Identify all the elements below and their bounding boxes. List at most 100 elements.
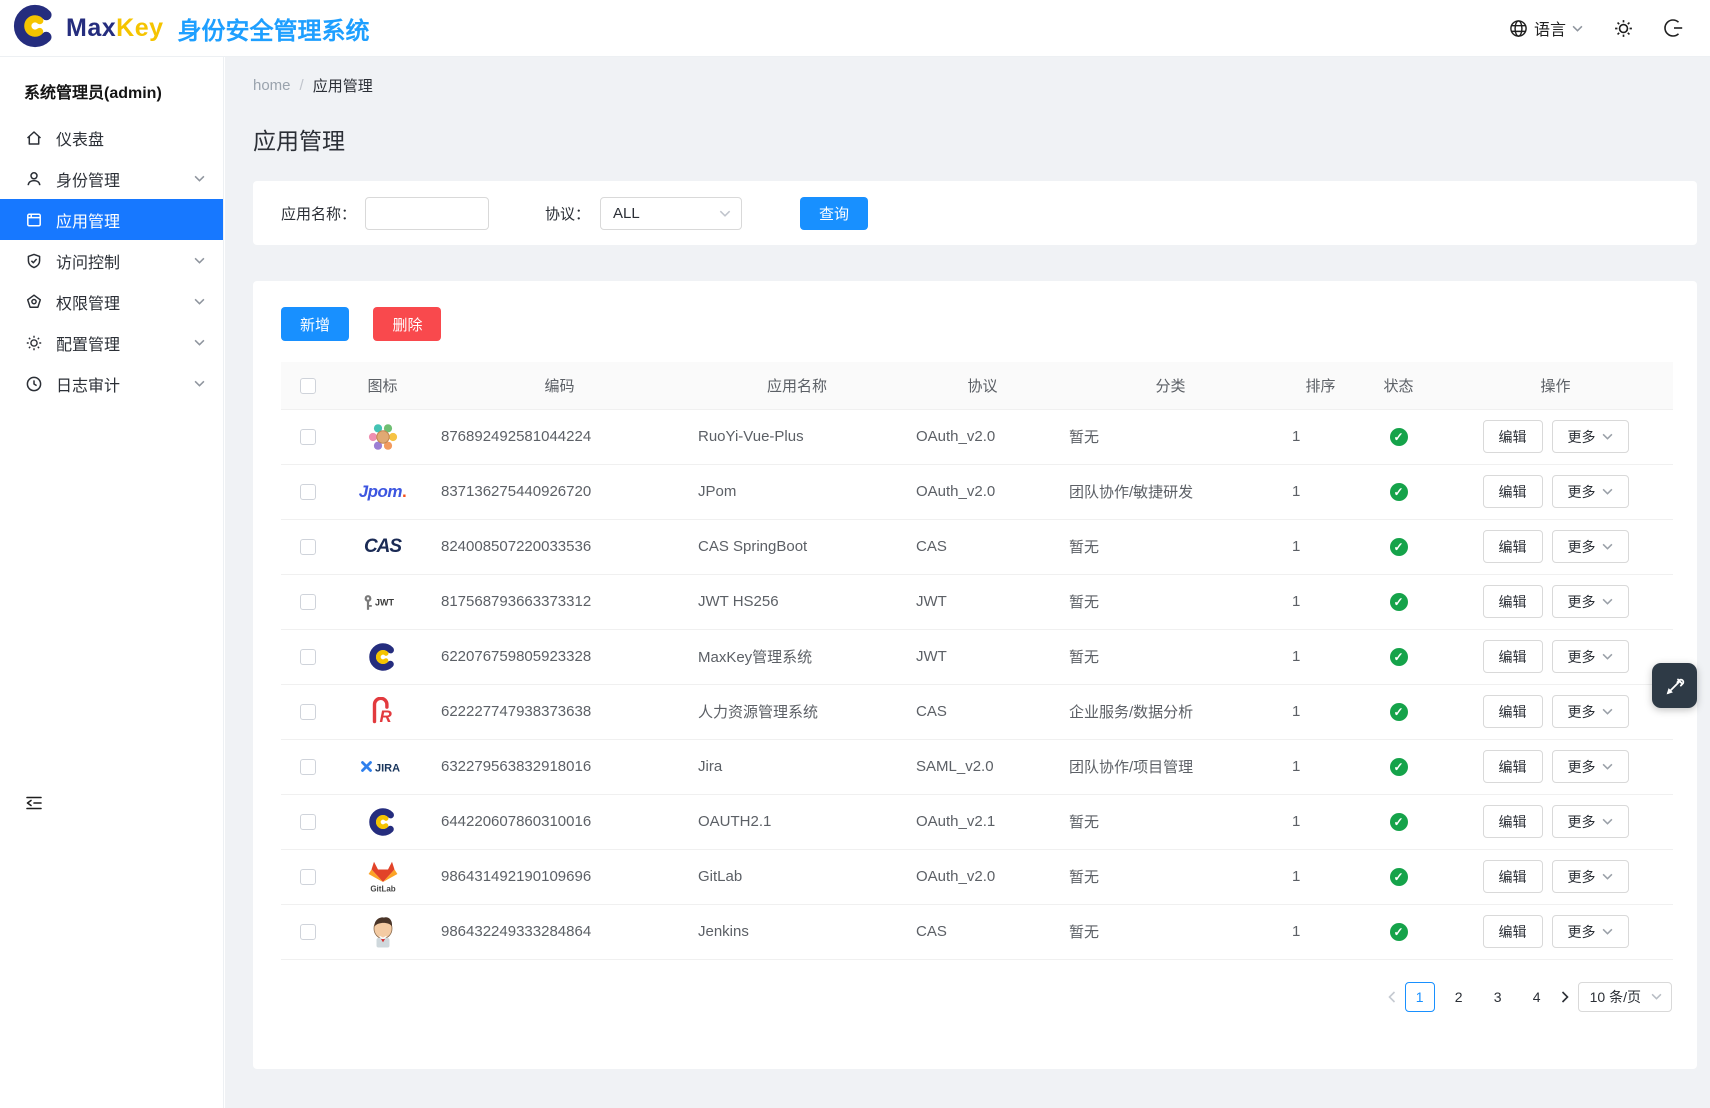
edit-button[interactable]: 编辑: [1483, 530, 1543, 563]
select-all-checkbox[interactable]: [300, 378, 316, 394]
logout-icon[interactable]: [1664, 18, 1684, 38]
app-status: ✓: [1359, 684, 1438, 739]
edit-button[interactable]: 编辑: [1483, 695, 1543, 728]
brand: MaxKey 身份安全管理系统: [12, 3, 370, 54]
search-button[interactable]: 查询: [800, 197, 868, 230]
app-category: 暂无: [1059, 519, 1282, 574]
chevron-down-icon: [194, 339, 205, 346]
sidebar-item-badge[interactable]: 权限管理: [0, 281, 223, 322]
more-button[interactable]: 更多: [1552, 640, 1629, 673]
edit-button[interactable]: 编辑: [1483, 915, 1543, 948]
sidebar-item-label: 身份管理: [56, 167, 120, 191]
edit-button[interactable]: 编辑: [1483, 640, 1543, 673]
more-button[interactable]: 更多: [1552, 860, 1629, 893]
more-button[interactable]: 更多: [1552, 805, 1629, 838]
edit-button[interactable]: 编辑: [1483, 475, 1543, 508]
svg-text:GitLab: GitLab: [370, 885, 395, 894]
breadcrumb: home / 应用管理: [225, 57, 1710, 96]
app-protocol: OAuth_v2.0: [906, 409, 1059, 464]
more-button[interactable]: 更多: [1552, 530, 1629, 563]
more-button[interactable]: 更多: [1552, 420, 1629, 453]
table-row: 644220607860310016 OAUTH2.1 OAuth_v2.1 暂…: [281, 794, 1673, 849]
chevron-down-icon: [1602, 928, 1613, 935]
app-name-input[interactable]: [365, 197, 489, 230]
table-row: 876892492581044224 RuoYi-Vue-Plus OAuth_…: [281, 409, 1673, 464]
sidebar-item-shield[interactable]: 访问控制: [0, 240, 223, 281]
row-checkbox[interactable]: [300, 704, 316, 720]
pagination-page-3[interactable]: 3: [1483, 982, 1513, 1012]
app-code: 837136275440926720: [431, 464, 688, 519]
sidebar: 系统管理员(admin) 仪表盘 身份管理 应用管理 访问控制 权限管理 配置管…: [0, 57, 224, 1108]
table-row: GitLab 986431492190109696 GitLab OAuth_v…: [281, 849, 1673, 904]
main-content: home / 应用管理 应用管理 应用名称： 协议： ALL 查询 新增 删除 …: [225, 57, 1710, 1108]
column-header: 图标: [334, 362, 431, 409]
more-button[interactable]: 更多: [1552, 915, 1629, 948]
delete-button[interactable]: 删除: [373, 307, 441, 341]
dashboard-icon: [25, 129, 43, 147]
sidebar-item-identity[interactable]: 身份管理: [0, 158, 223, 199]
sidebar-item-clock[interactable]: 日志审计: [0, 363, 223, 404]
gitlab-app-icon: GitLab: [364, 859, 402, 894]
breadcrumb-current: 应用管理: [313, 75, 373, 96]
row-checkbox[interactable]: [300, 924, 316, 940]
chevron-down-icon: [719, 210, 731, 217]
edit-button[interactable]: 编辑: [1483, 420, 1543, 453]
status-enabled-icon: ✓: [1390, 813, 1408, 831]
row-checkbox[interactable]: [300, 594, 316, 610]
clock-icon: [25, 375, 43, 393]
more-button[interactable]: 更多: [1552, 475, 1629, 508]
edit-button[interactable]: 编辑: [1483, 805, 1543, 838]
row-checkbox[interactable]: [300, 484, 316, 500]
row-checkbox[interactable]: [300, 539, 316, 555]
row-checkbox[interactable]: [300, 869, 316, 885]
chevron-down-icon: [1602, 763, 1613, 770]
sidebar-collapse-icon[interactable]: [25, 795, 43, 816]
app-protocol: JWT: [906, 574, 1059, 629]
edit-button[interactable]: 编辑: [1483, 585, 1543, 618]
app-status: ✓: [1359, 464, 1438, 519]
row-checkbox[interactable]: [300, 429, 316, 445]
pagination-page-1[interactable]: 1: [1405, 982, 1435, 1012]
row-checkbox[interactable]: [300, 649, 316, 665]
breadcrumb-home-link[interactable]: home: [253, 77, 291, 94]
edit-button[interactable]: 编辑: [1483, 860, 1543, 893]
add-button[interactable]: 新增: [281, 307, 349, 341]
app-code: 876892492581044224: [431, 409, 688, 464]
more-button[interactable]: 更多: [1552, 695, 1629, 728]
app-name: Jira: [688, 739, 906, 794]
page-size-select[interactable]: 10 条/页: [1578, 982, 1672, 1012]
table-row: R 622227747938373638 人力资源管理系统 CAS 企业服务/数…: [281, 684, 1673, 739]
chevron-down-icon: [1602, 488, 1613, 495]
app-protocol: CAS: [906, 519, 1059, 574]
row-checkbox[interactable]: [300, 814, 316, 830]
filter-bar: 应用名称： 协议： ALL 查询: [253, 181, 1697, 245]
ruoyi-app-icon: [366, 420, 400, 454]
protocol-select[interactable]: ALL: [600, 197, 742, 230]
floating-tool-button[interactable]: [1652, 663, 1697, 708]
svg-text:JIRA: JIRA: [375, 763, 400, 775]
sidebar-item-label: 配置管理: [56, 331, 120, 355]
table-header-row: 图标编码应用名称协议分类排序状态操作: [281, 362, 1673, 409]
language-switcher[interactable]: 语言: [1509, 16, 1583, 40]
column-header: 协议: [906, 362, 1059, 409]
more-button[interactable]: 更多: [1552, 585, 1629, 618]
more-button[interactable]: 更多: [1552, 750, 1629, 783]
app-status: ✓: [1359, 409, 1438, 464]
edit-button[interactable]: 编辑: [1483, 750, 1543, 783]
pagination-next-icon[interactable]: [1561, 991, 1569, 1003]
pagination-page-4[interactable]: 4: [1522, 982, 1552, 1012]
pagination-prev-icon[interactable]: [1388, 991, 1396, 1003]
pagination-page-2[interactable]: 2: [1444, 982, 1474, 1012]
settings-icon[interactable]: [1613, 18, 1634, 39]
app-protocol: OAuth_v2.0: [906, 464, 1059, 519]
app-category: 企业服务/数据分析: [1059, 684, 1282, 739]
sidebar-item-label: 权限管理: [56, 290, 120, 314]
app-name: MaxKey管理系统: [688, 629, 906, 684]
sidebar-item-dashboard[interactable]: 仪表盘: [0, 117, 223, 158]
sidebar-item-apps[interactable]: 应用管理: [0, 199, 223, 240]
chevron-down-icon: [194, 298, 205, 305]
maxkey-app-icon: [368, 807, 398, 837]
app-sort: 1: [1282, 519, 1359, 574]
sidebar-item-gear[interactable]: 配置管理: [0, 322, 223, 363]
row-checkbox[interactable]: [300, 759, 316, 775]
